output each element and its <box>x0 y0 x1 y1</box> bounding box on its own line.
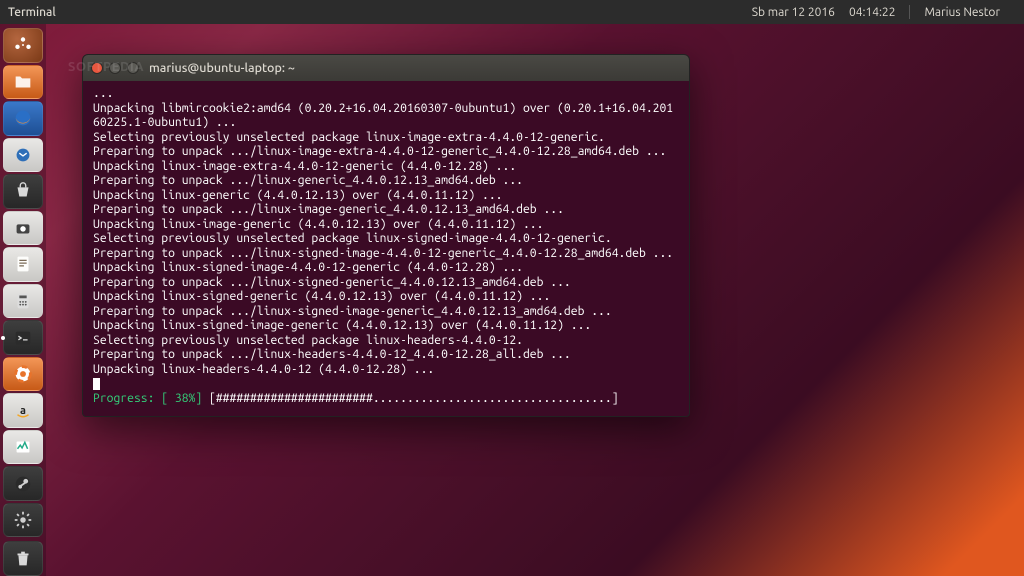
terminal-line: Preparing to unpack .../linux-image-gene… <box>93 203 564 216</box>
launcher-trash[interactable] <box>3 541 43 576</box>
window-minimize-button[interactable] <box>109 62 121 74</box>
launcher-calculator[interactable] <box>3 284 43 319</box>
terminal-line: Preparing to unpack .../linux-headers-4.… <box>93 348 571 361</box>
terminal-line: Preparing to unpack .../linux-signed-ima… <box>93 305 612 318</box>
panel-indicators: Sb mar 12 2016 04:14:22 Marius Nestor <box>696 5 1024 19</box>
terminal-window[interactable]: marius@ubuntu-laptop: ~ ... Unpacking li… <box>82 54 690 417</box>
terminal-line: Unpacking linux-image-extra-4.4.0-12-gen… <box>93 160 516 173</box>
launcher-firefox[interactable] <box>3 101 43 136</box>
launcher-screenshot[interactable] <box>3 211 43 246</box>
terminal-line: Preparing to unpack .../linux-generic_4.… <box>93 174 523 187</box>
launcher-settings[interactable] <box>3 503 43 538</box>
launcher-text-editor[interactable] <box>3 247 43 282</box>
progress-bar: [#######################................… <box>209 392 619 405</box>
terminal-line: Unpacking linux-headers-4.4.0-12 (4.4.0-… <box>93 363 434 376</box>
launcher-system-monitor[interactable] <box>3 430 43 465</box>
panel-separator <box>909 5 910 19</box>
terminal-line: Unpacking linux-image-generic (4.4.0.12.… <box>93 218 543 231</box>
panel-date[interactable]: Sb mar 12 2016 <box>752 6 835 19</box>
terminal-titlebar[interactable]: marius@ubuntu-laptop: ~ <box>83 55 689 81</box>
launcher-steam[interactable] <box>3 466 43 501</box>
launcher-software[interactable] <box>3 174 43 209</box>
progress-label: Progress: [ 38%] <box>93 392 202 405</box>
terminal-title: marius@ubuntu-laptop: ~ <box>149 61 295 75</box>
terminal-line: Preparing to unpack .../linux-signed-gen… <box>93 276 571 289</box>
window-maximize-button[interactable] <box>127 62 139 74</box>
panel-user[interactable]: Marius Nestor <box>924 6 1000 19</box>
terminal-line: Unpacking libmircookie2:amd64 (0.20.2+16… <box>93 102 673 130</box>
terminal-line: Preparing to unpack .../linux-image-extr… <box>93 145 666 158</box>
terminal-line: Selecting previously unselected package … <box>93 232 612 245</box>
terminal-line: Unpacking linux-signed-image-generic (4.… <box>93 319 591 332</box>
window-close-button[interactable] <box>91 62 103 74</box>
launcher-terminal[interactable] <box>3 320 43 355</box>
terminal-output[interactable]: ... Unpacking libmircookie2:amd64 (0.20.… <box>83 81 689 416</box>
terminal-line: Unpacking linux-signed-image-4.4.0-12-ge… <box>93 261 523 274</box>
launcher-help[interactable] <box>3 357 43 392</box>
terminal-line: Unpacking linux-generic (4.4.0.12.13) ov… <box>93 189 503 202</box>
dash-button[interactable] <box>3 28 43 63</box>
terminal-line: Unpacking linux-signed-generic (4.4.0.12… <box>93 290 550 303</box>
panel-time[interactable]: 04:14:22 <box>849 6 896 19</box>
launcher-thunderbird[interactable] <box>3 138 43 173</box>
unity-launcher: a <box>0 24 46 576</box>
launcher-amazon[interactable]: a <box>3 393 43 428</box>
active-app-title: Terminal <box>0 6 56 19</box>
top-panel: Terminal Sb mar 12 2016 04:14:22 Marius … <box>0 0 1024 24</box>
terminal-cursor <box>93 378 100 390</box>
svg-text:a: a <box>20 404 26 416</box>
terminal-line: Preparing to unpack .../linux-signed-ima… <box>93 247 673 260</box>
terminal-line: Selecting previously unselected package … <box>93 131 605 144</box>
terminal-line: ... <box>93 87 113 100</box>
launcher-files[interactable] <box>3 65 43 100</box>
terminal-line: Selecting previously unselected package … <box>93 334 523 347</box>
